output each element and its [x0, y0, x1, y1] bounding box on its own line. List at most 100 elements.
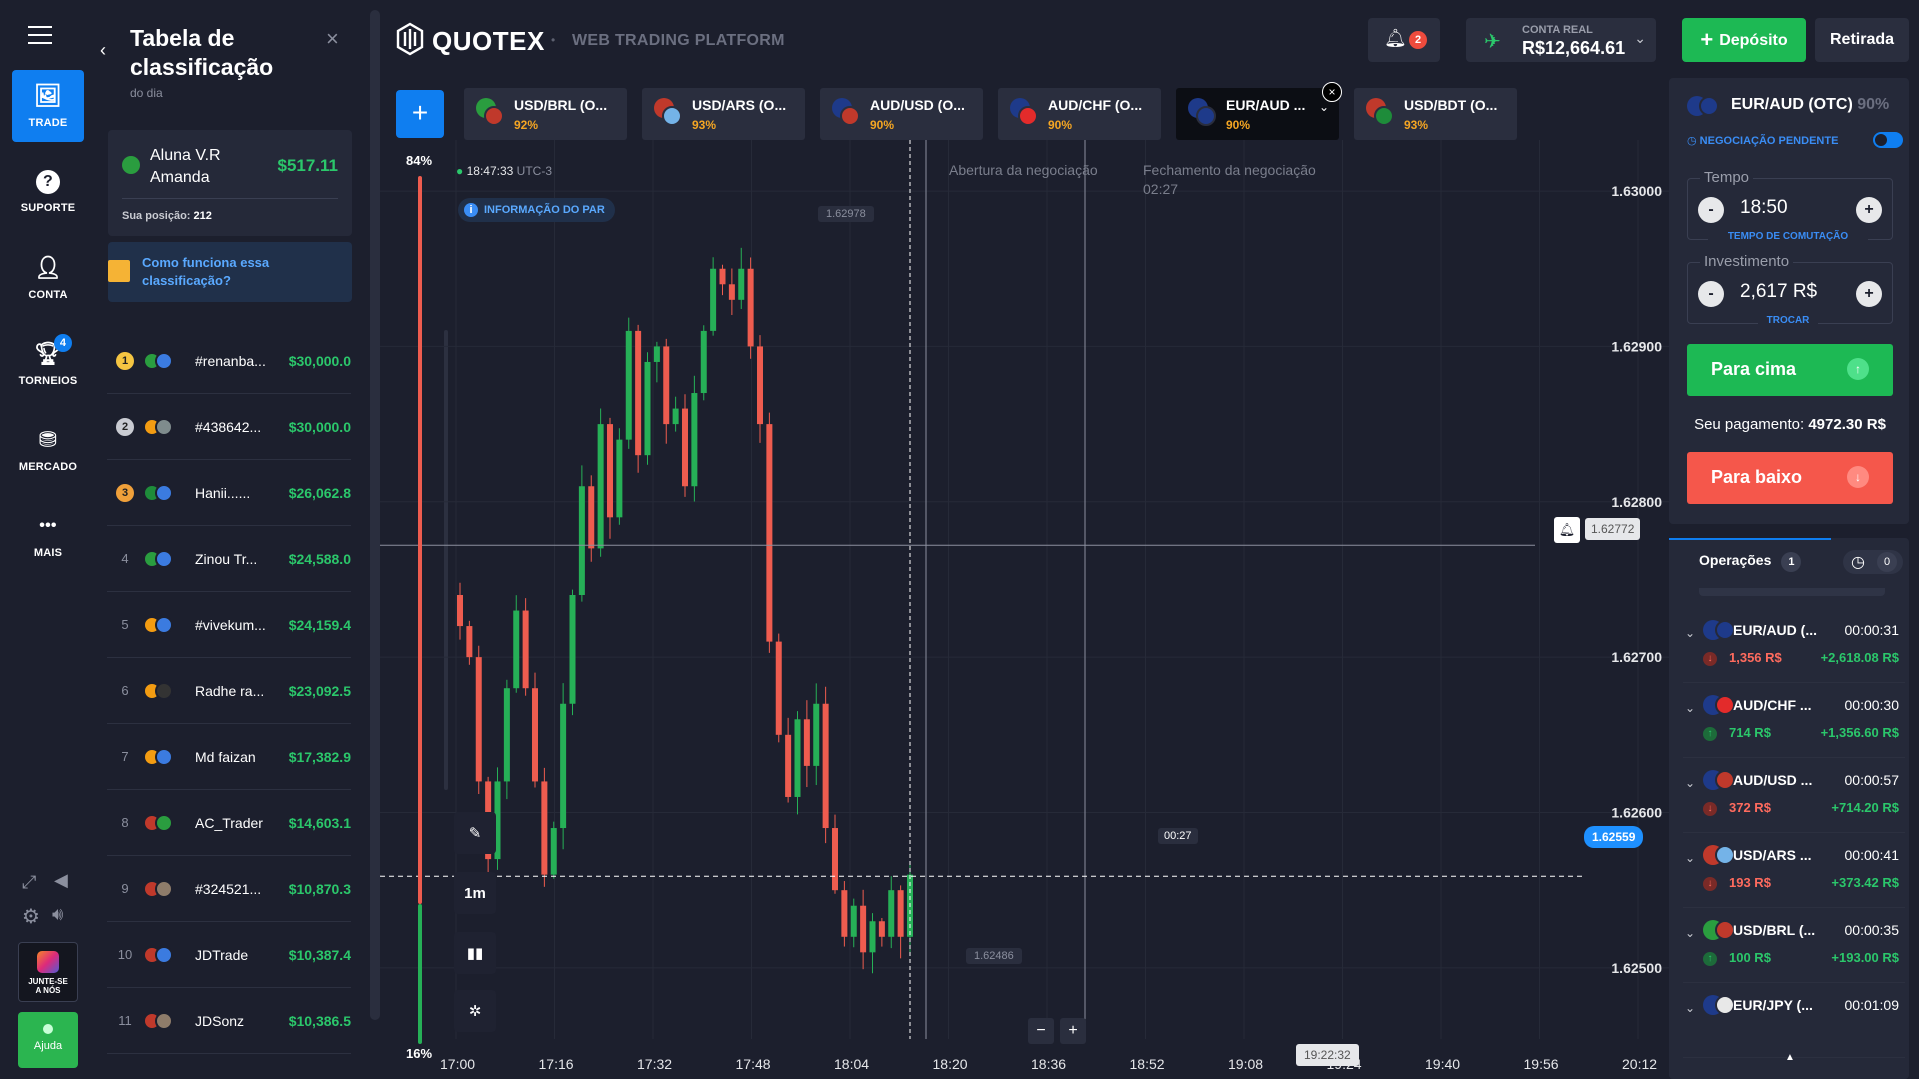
buy-down-button[interactable]: Para baixo ↓	[1687, 452, 1893, 504]
leaderboard-row[interactable]: 3 Hanii...... $26,062.8	[107, 460, 351, 526]
expand-chevron-icon[interactable]: ⌄	[1685, 776, 1695, 790]
expand-chevron-icon[interactable]: ⌄	[1685, 1001, 1695, 1015]
expand-chevron-icon[interactable]: ⌄	[1685, 626, 1695, 640]
flag-avatar-icon	[143, 747, 195, 766]
leaderboard-row[interactable]: 4 Zinou Tr... $24,588.0	[107, 526, 351, 592]
time-plus-button[interactable]: +	[1856, 197, 1882, 223]
leaderboard-row[interactable]: 7 Md faizan $17,382.9	[107, 724, 351, 790]
add-asset-button[interactable]: +	[396, 90, 444, 138]
leaderboard-row[interactable]: 5 #vivekum... $24,159.4	[107, 592, 351, 658]
operation-item[interactable]: ⌄ AUD/CHF ... 00:00:30 ↑ 714 R$ +1,356.60 R$	[1683, 683, 1905, 758]
operation-profit: +714.20 R$	[1831, 800, 1899, 815]
nav-item-mais[interactable]: ••• MAIS	[12, 500, 84, 572]
deposit-button[interactable]: + Depósito	[1682, 18, 1806, 62]
time-value[interactable]: 18:50	[1740, 197, 1788, 219]
tab-chevron-icon[interactable]: ⌄	[1319, 100, 1329, 114]
currency-flags-icon	[1703, 845, 1735, 867]
trader-name: JDTrade	[195, 946, 249, 963]
operation-pair: USD/BRL (...	[1733, 922, 1816, 938]
join-us-button[interactable]: JUNTE-SE A NÓS	[18, 942, 78, 1002]
investment-plus-button[interactable]: +	[1856, 281, 1882, 307]
panel-splitter[interactable]	[370, 10, 380, 1020]
close-icon[interactable]: ×	[326, 26, 339, 52]
close-tab-icon[interactable]: ×	[1322, 82, 1342, 102]
nav-item-trade[interactable]: 🖼︎ TRADE	[12, 70, 84, 142]
operation-item[interactable]: ⌄ AUD/USD ... 00:00:57 ↓ 372 R$ +714.20 R$	[1683, 758, 1905, 833]
how-it-works-link[interactable]: Como funciona essa classificação?	[108, 242, 352, 302]
operation-pair: AUD/CHF ...	[1733, 697, 1812, 713]
gear-icon[interactable]: ⚙	[22, 904, 40, 929]
sound-icon[interactable]: 🔊︎	[52, 904, 63, 925]
candle-body	[822, 703, 829, 829]
currency-flags-icon	[1703, 695, 1735, 717]
leaderboard-row[interactable]: 6 Radhe ra... $23,092.5	[107, 658, 351, 724]
x-tick-label: 19:56	[1524, 1056, 1559, 1072]
trade-panel: EUR/AUD (OTC) 90% ◷ NEGOCIAÇÃO PENDENTE …	[1669, 78, 1919, 1079]
price-chart[interactable]: 17:00 17:16 17:32 17:48 18:04 18:20 18:36 18:52…	[380, 140, 1670, 1079]
asset-tab[interactable]: EUR/AUD ... 90% ⌄	[1176, 88, 1339, 140]
investment-value[interactable]: 2,617 R$	[1740, 281, 1817, 303]
asset-tab[interactable]: AUD/CHF (O... 90%	[998, 88, 1161, 140]
tab-symbol: EUR/AUD ...	[1226, 97, 1306, 113]
zoom-out-button[interactable]: −	[1028, 1018, 1054, 1044]
nav-item-suporte[interactable]: ? SUPORTE	[12, 156, 84, 228]
investment-box[interactable]: Investimento - 2,617 R$ + TROCAR	[1687, 253, 1893, 326]
scroll-up-icon[interactable]: ▲	[1785, 1052, 1795, 1063]
arrow-down-icon: ↓	[1703, 877, 1717, 891]
candle-body	[672, 408, 679, 425]
asset-tab[interactable]: USD/BDT (O... 93%	[1354, 88, 1517, 140]
time-switch-link[interactable]: TEMPO DE COMUTAÇÃO	[1708, 231, 1868, 242]
help-button[interactable]: Ajuda	[18, 1012, 78, 1068]
operation-item[interactable]: ⌄ EUR/AUD (... 00:00:31 ↓ 1,356 R$ +2,618.08 …	[1683, 608, 1905, 683]
crosshair-time: 19:22:32	[1296, 1044, 1359, 1066]
operation-item[interactable]: ⌄ EUR/JPY (... 00:01:09	[1683, 983, 1905, 1058]
rank-number: 1	[107, 351, 143, 370]
indicators-button[interactable]: ✲	[454, 990, 496, 1032]
y-tick-label: 1.62900	[1611, 338, 1662, 354]
leaderboard-row[interactable]: 10 JDTrade $10,387.4	[107, 922, 351, 988]
chart-type-button[interactable]: ▮▮	[454, 932, 496, 974]
back-chevron-icon[interactable]: ‹	[100, 40, 106, 61]
high-label: 1.62978	[818, 206, 874, 222]
timeframe-button[interactable]: 1m	[454, 872, 496, 914]
expand-chevron-icon[interactable]: ⌄	[1685, 701, 1695, 715]
account-switcher[interactable]: ✈ CONTA REAL R$12,664.61 ⌄	[1466, 18, 1656, 62]
nav-item-mercado[interactable]: ⛃ MERCADO	[12, 414, 84, 486]
nav-item-torneios[interactable]: 🏆︎ 4 TORNEIOS	[12, 328, 84, 400]
open-trade-label: Abertura da negociação	[949, 162, 1098, 178]
pencil-icon: ✎	[468, 825, 482, 842]
nav-item-conta[interactable]: 👤︎ CONTA	[12, 242, 84, 314]
operation-item[interactable]: ⌄ USD/BRL (... 00:00:35 ↑ 100 R$ +193.00 R$	[1683, 908, 1905, 983]
asset-tab[interactable]: AUD/USD (O... 90%	[820, 88, 983, 140]
operations-tab[interactable]: Operações 1	[1699, 552, 1802, 572]
fullscreen-icon[interactable]: ⤢	[22, 872, 36, 893]
candle-body	[653, 346, 660, 362]
operation-pair: EUR/JPY (...	[1733, 997, 1813, 1013]
trader-amount: $10,386.5	[288, 1012, 351, 1029]
investment-minus-button[interactable]: -	[1698, 281, 1724, 307]
expand-chevron-icon[interactable]: ⌄	[1685, 851, 1695, 865]
asset-tab[interactable]: USD/ARS (O... 93%	[642, 88, 805, 140]
asset-tab[interactable]: USD/BRL (O... 92%	[464, 88, 627, 140]
back-arrow-icon[interactable]: ◀	[54, 870, 68, 891]
time-minus-button[interactable]: -	[1698, 197, 1724, 223]
notifications-button[interactable]: 🔔︎ 2	[1368, 18, 1440, 62]
zoom-in-button[interactable]: +	[1060, 1018, 1086, 1044]
expand-chevron-icon[interactable]: ⌄	[1685, 926, 1695, 940]
leaderboard-row[interactable]: 9 #324521... $10,870.3	[107, 856, 351, 922]
investment-switch-link[interactable]: TROCAR	[1758, 315, 1818, 326]
leaderboard-row[interactable]: 8 AC_Trader $14,603.1	[107, 790, 351, 856]
history-tab[interactable]: ◷ 0	[1843, 550, 1903, 574]
leaderboard-row[interactable]: 11 JDSonz $10,386.5	[107, 988, 351, 1054]
withdraw-button[interactable]: Retirada	[1815, 18, 1909, 62]
buy-up-button[interactable]: Para cima ↑	[1687, 344, 1893, 396]
leaderboard-row[interactable]: 1 #renanba... $30,000.0	[107, 328, 351, 394]
time-box[interactable]: Tempo - 18:50 + TEMPO DE COMUTAÇÃO	[1687, 169, 1893, 242]
pair-info-button[interactable]: i INFORMAÇÃO DO PAR	[458, 198, 615, 222]
pending-trade-toggle[interactable]: ◷ NEGOCIAÇÃO PENDENTE	[1687, 132, 1903, 148]
leaderboard-row[interactable]: 2 #438642... $30,000.0	[107, 394, 351, 460]
draw-tool-button[interactable]: ✎	[454, 812, 496, 854]
price-alert-bell-icon[interactable]: 🔔︎	[1554, 517, 1580, 543]
operation-item[interactable]: ⌄ USD/ARS ... 00:00:41 ↓ 193 R$ +373.42 R$	[1683, 833, 1905, 908]
hamburger-menu-icon[interactable]	[28, 26, 52, 44]
